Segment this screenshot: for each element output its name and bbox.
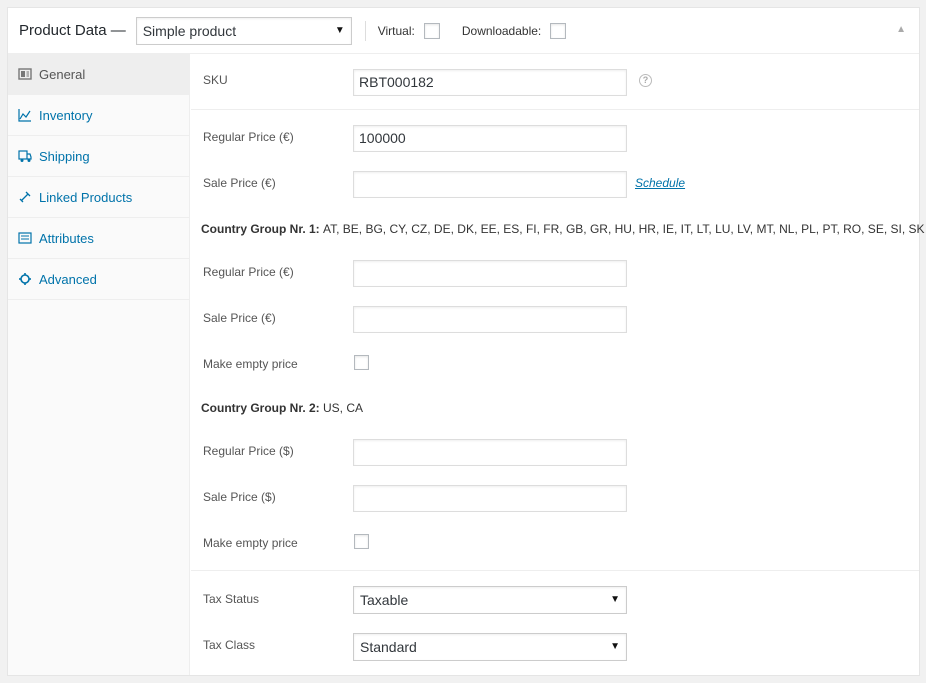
sku-input[interactable]: RBT000182 <box>353 69 627 96</box>
regular-price-input[interactable]: 100000 <box>353 125 627 152</box>
group1-sale-price-label: Sale Price (€) <box>203 311 276 325</box>
tax-group: Tax Status Taxable ▼ Tax Class Standard … <box>191 571 919 673</box>
country-group-2-title: Country Group Nr. 2: <box>201 401 320 415</box>
panel-title: Product Data — <box>19 22 126 39</box>
sale-price-input[interactable] <box>353 171 627 198</box>
group2-empty-price-label: Make empty price <box>203 536 298 550</box>
schedule-link[interactable]: Schedule <box>635 176 685 190</box>
tab-general-label: General <box>39 66 86 82</box>
downloadable-label: Downloadable: <box>461 23 542 38</box>
country-group-2-heading: Country Group Nr. 2: US, CA <box>201 401 363 415</box>
tab-advanced-label: Advanced <box>39 271 97 287</box>
panel-header: Product Data — Simple product ▼ Virtual:… <box>8 8 919 54</box>
panel-body: General Inventory Shipping Linked Produc… <box>8 54 925 675</box>
header-divider <box>364 20 366 41</box>
country-group-1-heading: Country Group Nr. 1: AT, BE, BG, CY, CZ,… <box>201 222 925 236</box>
sku-label: SKU <box>203 73 228 87</box>
group1-sale-price-input[interactable] <box>353 306 627 333</box>
dropdown-arrow-icon: ▼ <box>610 594 620 605</box>
tab-attributes[interactable]: Attributes <box>8 218 189 259</box>
group2-sale-price-input[interactable] <box>353 485 627 512</box>
link-icon <box>18 190 32 204</box>
group2-sale-price-label: Sale Price ($) <box>203 490 276 504</box>
dropdown-arrow-icon: ▼ <box>334 24 345 36</box>
product-data-tabs: General Inventory Shipping Linked Produc… <box>8 54 190 675</box>
product-type-select[interactable]: Simple product ▼ <box>135 16 352 45</box>
group1-empty-price-checkbox[interactable] <box>354 355 369 370</box>
collapse-toggle-icon[interactable]: ▲ <box>896 24 906 35</box>
regular-price-label: Regular Price (€) <box>203 130 294 144</box>
inventory-icon <box>18 108 32 122</box>
general-icon <box>18 67 32 81</box>
group2-empty-price-checkbox[interactable] <box>354 534 369 549</box>
tab-general[interactable]: General <box>8 54 189 95</box>
group2-regular-price-input[interactable] <box>353 439 627 466</box>
product-type-value: Simple product <box>142 22 237 39</box>
group1-regular-price-label: Regular Price (€) <box>203 265 294 279</box>
tab-inventory[interactable]: Inventory <box>8 95 189 136</box>
group1-regular-price-input[interactable] <box>353 260 627 287</box>
country-group-1-title: Country Group Nr. 1: <box>201 222 320 236</box>
tab-shipping[interactable]: Shipping <box>8 136 189 177</box>
shipping-icon <box>18 149 32 163</box>
sale-price-label: Sale Price (€) <box>203 176 276 190</box>
tab-linked-products-label: Linked Products <box>39 189 133 205</box>
tab-linked-products[interactable]: Linked Products <box>8 177 189 218</box>
sku-group: SKU RBT000182 ? <box>191 54 919 110</box>
tax-class-select[interactable]: Standard ▼ <box>353 633 627 661</box>
tax-status-label: Tax Status <box>203 592 260 606</box>
tab-inventory-label: Inventory <box>39 107 93 123</box>
country-group-1-countries: AT, BE, BG, CY, CZ, DE, DK, EE, ES, FI, … <box>323 222 925 236</box>
tab-attributes-label: Attributes <box>39 230 94 246</box>
tax-class-label: Tax Class <box>203 638 256 652</box>
product-data-panel: Product Data — Simple product ▼ Virtual:… <box>7 7 925 676</box>
gear-icon <box>18 272 32 286</box>
tax-status-value: Taxable <box>360 592 409 608</box>
group2-regular-price-label: Regular Price ($) <box>203 444 294 458</box>
attributes-icon <box>18 231 32 245</box>
tax-status-select[interactable]: Taxable ▼ <box>353 586 627 614</box>
virtual-label: Virtual: <box>377 23 415 38</box>
tab-shipping-label: Shipping <box>39 148 90 164</box>
tab-advanced[interactable]: Advanced <box>8 259 189 300</box>
virtual-checkbox[interactable] <box>423 22 440 39</box>
downloadable-checkbox[interactable] <box>550 22 567 39</box>
country-group-2-countries: US, CA <box>323 401 364 415</box>
help-icon[interactable]: ? <box>639 74 652 87</box>
pricing-group: Regular Price (€) 100000 Sale Price (€) … <box>191 110 925 571</box>
dropdown-arrow-icon: ▼ <box>610 641 620 652</box>
tax-class-value: Standard <box>360 639 417 655</box>
group1-empty-price-label: Make empty price <box>203 357 298 371</box>
general-panel: SKU RBT000182 ? Regular Price (€) 100000… <box>191 54 925 675</box>
